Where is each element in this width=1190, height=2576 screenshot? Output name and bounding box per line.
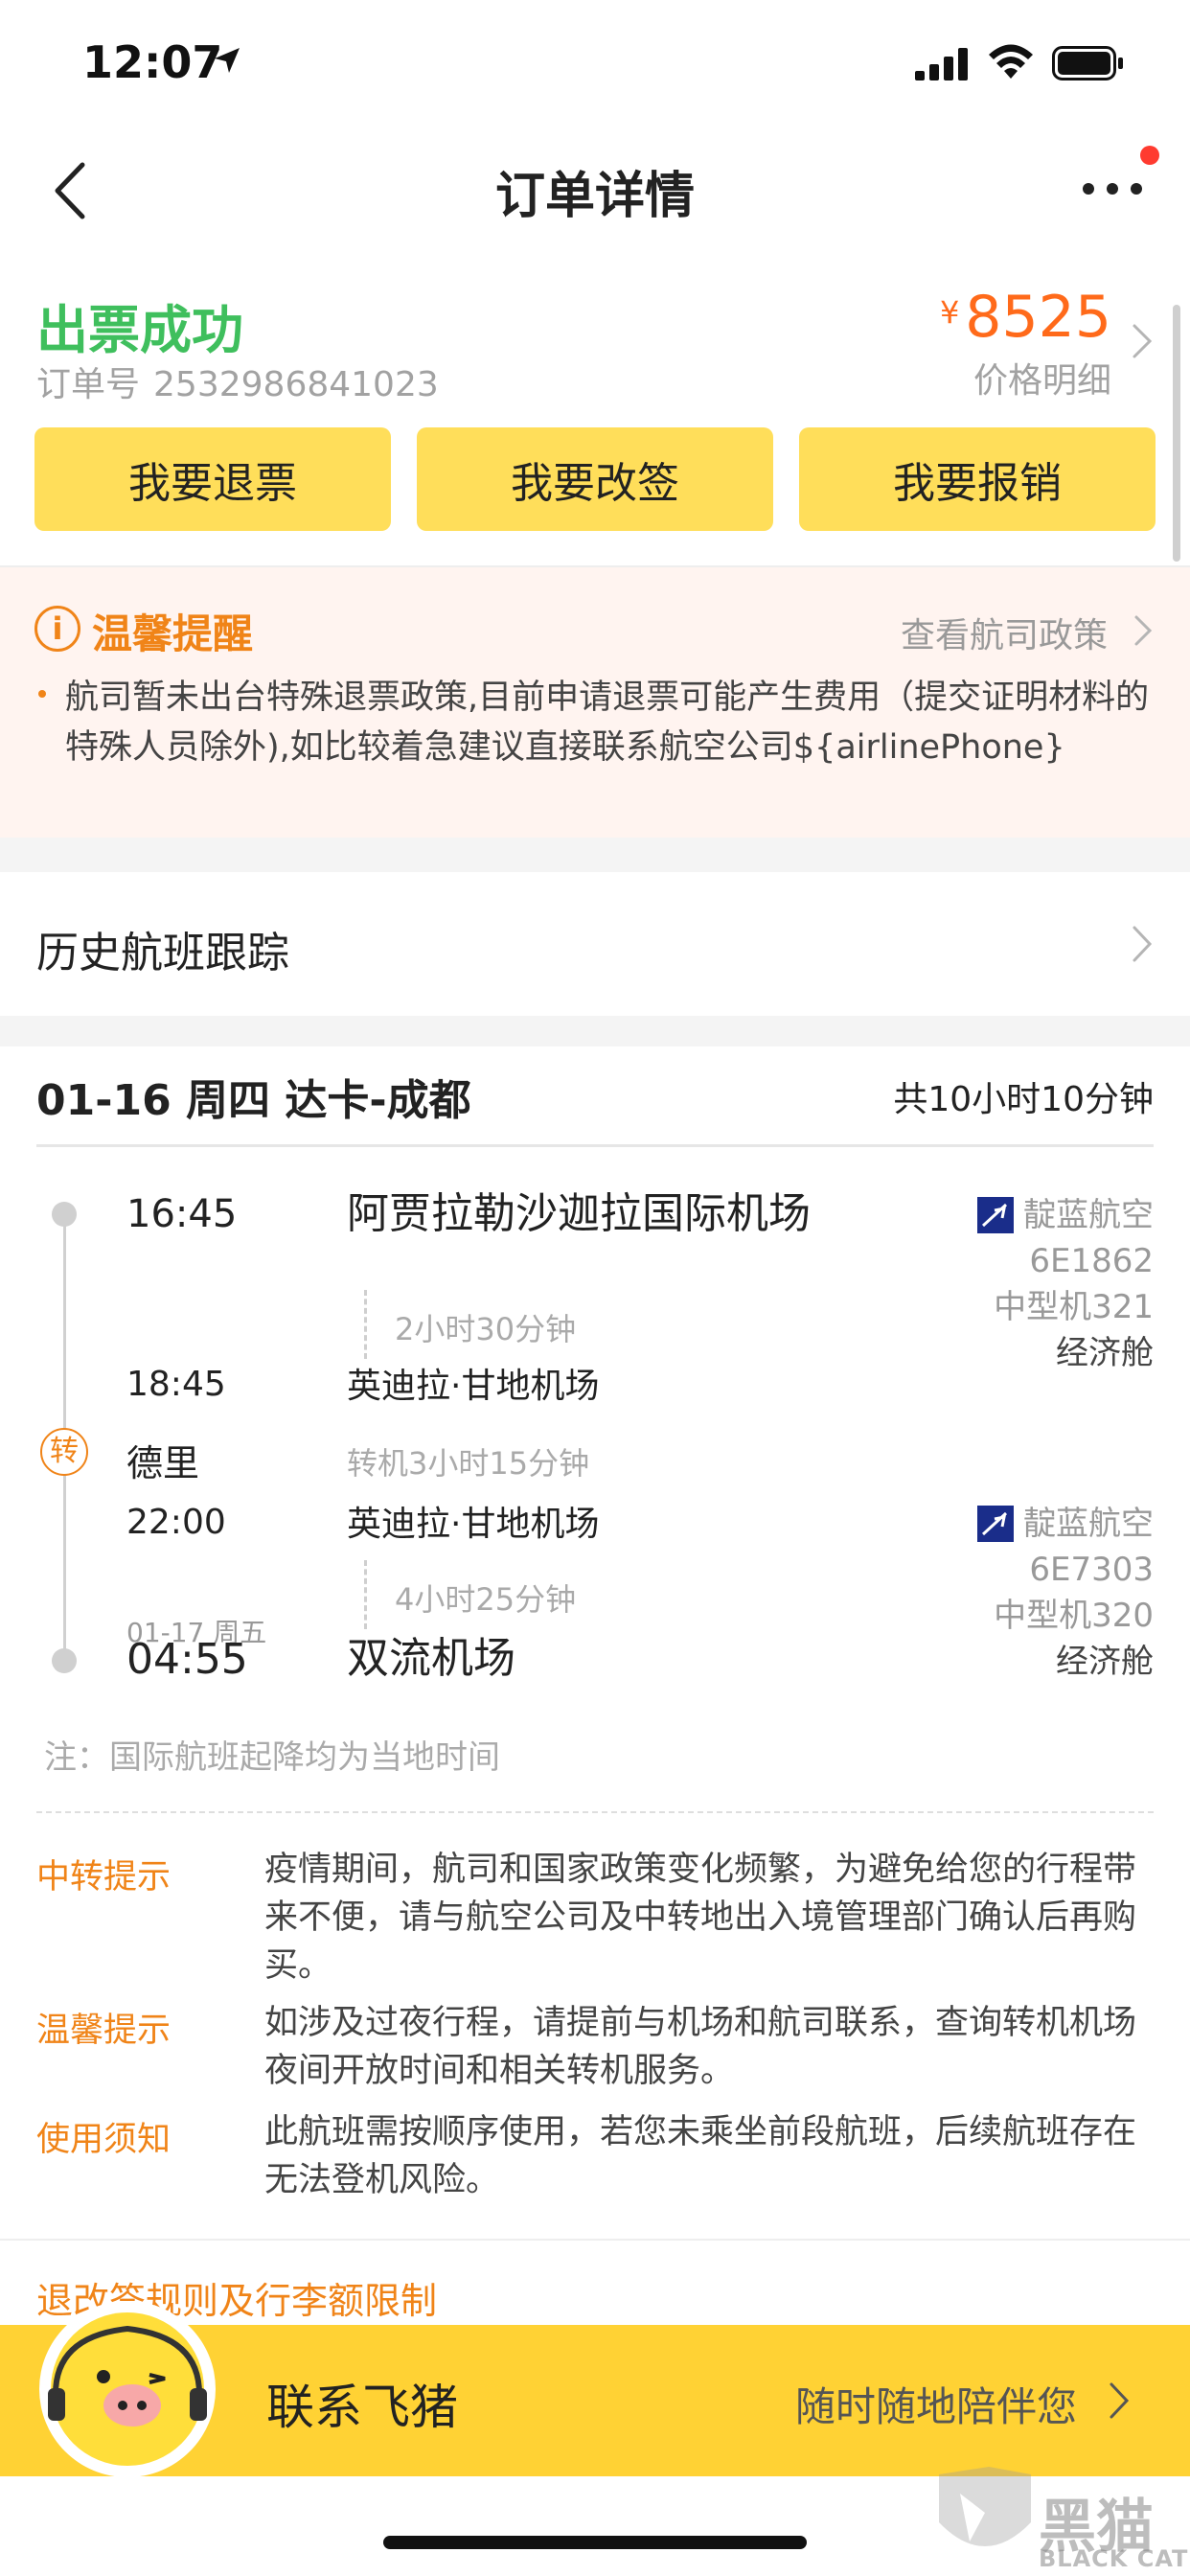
chevron-right-icon[interactable] [1131, 322, 1154, 360]
segment2-arrival-airport: 双流机场 [347, 1634, 515, 1683]
fliggy-mascot-avatar[interactable] [36, 2298, 218, 2480]
section-gap [0, 1016, 1190, 1046]
transfer-duration: 转机3小时15分钟 [347, 1445, 590, 1482]
battery-icon [1052, 46, 1123, 80]
segment2-flight-number: 6E7303 [1029, 1551, 1154, 1589]
refund-button[interactable]: 我要退票 [34, 427, 391, 531]
status-time: 12:07 [82, 36, 223, 88]
transfer-badge: 转 [40, 1428, 88, 1476]
flight-total-duration: 共10小时10分钟 [893, 1080, 1154, 1119]
order-number-value: 2532986841023 [153, 365, 439, 404]
more-options-icon[interactable] [1079, 174, 1146, 203]
transfer-tip-text: 疫情期间，航司和国家政策变化频繁，为避免给您的行程带来不便，请与航空公司及中转地… [264, 1851, 1137, 1985]
history-label: 历史航班跟踪 [36, 929, 289, 978]
price-detail-link[interactable]: 价格明细 [973, 353, 1111, 402]
order-number-label: 订单号 [36, 365, 141, 404]
segment1-departure-airport: 阿贾拉勒沙迦拉国际机场 [347, 1189, 811, 1238]
timeline-start-dot [52, 1202, 77, 1227]
chevron-right-icon[interactable] [1108, 2380, 1131, 2421]
segment1-flight-number: 6E1862 [1029, 1242, 1154, 1280]
wifi-icon [989, 44, 1033, 79]
watermark-subtext: BLACK CAT [1039, 2545, 1189, 2572]
home-indicator[interactable] [383, 2536, 807, 2549]
segment1-arrival-time: 18:45 [126, 1365, 226, 1404]
airline-logo-icon [977, 1506, 1014, 1542]
airline-logo-icon [977, 1197, 1014, 1233]
order-number: 订单号 2532986841023 [36, 356, 439, 406]
cellular-signal-icon [915, 48, 968, 80]
notice-text: 航司暂未出台特殊退票政策,目前申请退票可能产生费用（提交证明材料的特殊人员除外)… [65, 678, 1150, 767]
order-price[interactable]: ¥8525 [940, 284, 1111, 351]
segment2-aircraft: 中型机320 [994, 1597, 1154, 1635]
segment1-airline-row: 靛蓝航空 [977, 1192, 1154, 1238]
segment2-dash [364, 1560, 367, 1629]
transfer-tip-label: 中转提示 [36, 1858, 172, 1897]
segment1-cabin: 经济舱 [1056, 1334, 1154, 1372]
price-amount: 8525 [965, 284, 1111, 351]
order-status: 出票成功 [36, 300, 243, 360]
action-buttons: 我要退票 我要改签 我要报销 [34, 427, 1156, 531]
divider [0, 2239, 1190, 2241]
segment1-departure-time: 16:45 [126, 1192, 238, 1236]
timeline-end-dot [52, 1648, 77, 1673]
segment2-arrival-time: 04:55 [126, 1635, 248, 1684]
status-bar: 12:07 [0, 0, 1190, 129]
segment2-departure-airport: 英迪拉·甘地机场 [347, 1505, 600, 1544]
local-time-note: 注：国际航班起降均为当地时间 [44, 1738, 500, 1777]
change-ticket-button[interactable]: 我要改签 [417, 427, 773, 531]
divider [36, 1144, 1154, 1147]
navigation-bar: 订单详情 [0, 134, 1190, 249]
dashed-divider [36, 1811, 1154, 1813]
info-icon: i [34, 606, 80, 652]
flight-header: 01-16 周四 达卡-成都 [36, 1076, 471, 1125]
segment1-airline-name: 靛蓝航空 [1023, 1196, 1154, 1234]
chevron-right-icon [1133, 926, 1153, 962]
section-gap [0, 838, 1190, 872]
segment2-airline-info: 靛蓝航空 6E7303 中型机320 经济舱 [977, 1501, 1154, 1685]
segment1-arrival-airport: 英迪拉·甘地机场 [347, 1367, 600, 1406]
segment1-airline-info: 靛蓝航空 6E1862 中型机321 经济舱 [977, 1192, 1154, 1376]
warm-tip-label: 温馨提示 [36, 2012, 172, 2050]
chevron-right-icon[interactable] [1133, 613, 1154, 648]
segment2-duration: 4小时25分钟 [395, 1581, 577, 1618]
notice-panel: i 温馨提醒 查看航司政策 航司暂未出台特殊退票政策,目前申请退票可能产生费用（… [0, 567, 1190, 838]
segment2-airline-name: 靛蓝航空 [1023, 1505, 1154, 1543]
usage-notice-label: 使用须知 [36, 2121, 172, 2159]
segment1-aircraft: 中型机321 [994, 1288, 1154, 1326]
scrollbar[interactable] [1173, 305, 1180, 562]
transfer-city: 德里 [126, 1442, 200, 1484]
location-arrow-icon [215, 48, 240, 73]
notice-title: 温馨提醒 [92, 610, 254, 657]
segment2-cabin: 经济舱 [1056, 1643, 1154, 1681]
price-currency: ¥ [939, 294, 960, 331]
bullet-dot [38, 690, 46, 698]
warm-tip-text: 如涉及过夜行程，请提前与机场和航司联系，查询转机机场夜间开放时间和相关转机服务。 [264, 2004, 1137, 2090]
usage-notice-text: 此航班需按顺序使用，若您未乘坐前段航班，后续航班存在无法登机风险。 [264, 2113, 1137, 2199]
segment1-dash [364, 1290, 367, 1359]
history-flight-tracking[interactable]: 历史航班跟踪 [0, 872, 1190, 1016]
contact-title: 联系飞猪 [266, 2380, 458, 2435]
page-title: 订单详情 [494, 168, 695, 225]
segment1-duration: 2小时30分钟 [395, 1311, 577, 1347]
segment2-airline-row: 靛蓝航空 [977, 1501, 1154, 1547]
reimbursement-button[interactable]: 我要报销 [799, 427, 1156, 531]
airline-policy-link[interactable]: 查看航司政策 [901, 608, 1108, 657]
contact-slogan: 随时随地陪伴您 [794, 2383, 1077, 2430]
notification-dot [1140, 146, 1159, 165]
segment2-departure-time: 22:00 [126, 1503, 226, 1542]
